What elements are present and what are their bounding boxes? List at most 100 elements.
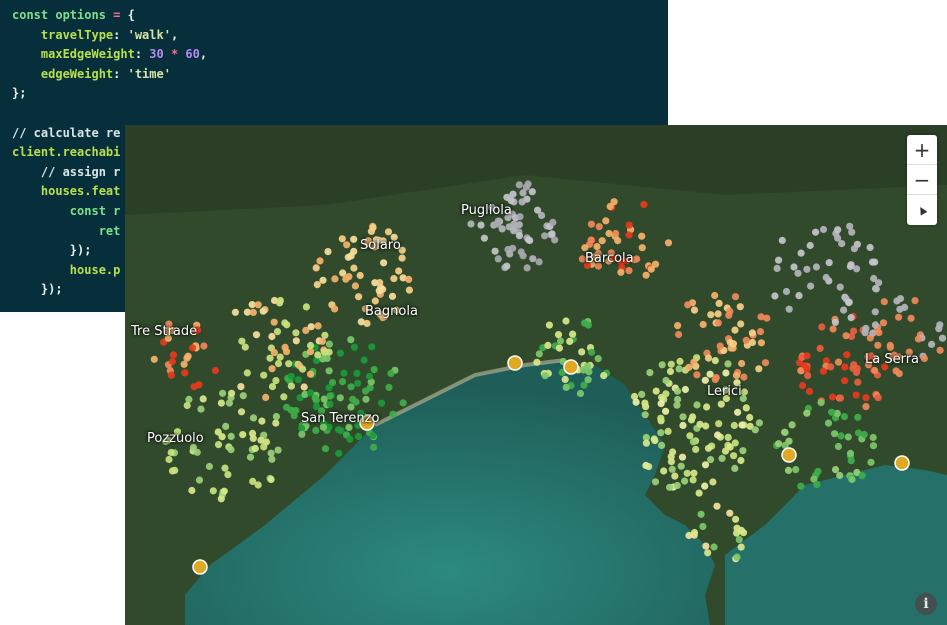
code-token: 'time' bbox=[127, 66, 171, 81]
house-dot bbox=[338, 235, 346, 243]
house-dot bbox=[831, 318, 840, 326]
house-dot bbox=[569, 330, 577, 338]
house-dot bbox=[660, 467, 668, 475]
code-token: : bbox=[113, 66, 128, 81]
house-dot bbox=[167, 371, 175, 379]
house-dot bbox=[679, 421, 687, 429]
house-dot bbox=[227, 446, 235, 454]
house-dot bbox=[848, 475, 856, 484]
house-dot bbox=[324, 248, 332, 256]
house-dot bbox=[755, 365, 763, 373]
house-dot bbox=[689, 413, 697, 421]
house-dot bbox=[674, 322, 682, 330]
zoom-out-button[interactable]: − bbox=[907, 165, 937, 195]
house-dot bbox=[270, 318, 278, 326]
house-dot bbox=[533, 358, 541, 366]
house-dot bbox=[914, 335, 923, 343]
house-dot bbox=[755, 419, 764, 427]
house-dot bbox=[165, 455, 173, 464]
house-dot bbox=[556, 337, 565, 345]
house-dot bbox=[600, 372, 608, 380]
house-dot bbox=[389, 410, 397, 418]
house-dot bbox=[612, 229, 620, 238]
house-dot bbox=[181, 369, 189, 377]
house-dot bbox=[268, 365, 276, 373]
house-dot bbox=[362, 395, 370, 403]
house-dot bbox=[817, 399, 825, 407]
house-dot bbox=[681, 385, 690, 394]
house-dot bbox=[938, 334, 947, 342]
house-dot bbox=[790, 263, 798, 271]
house-dot bbox=[871, 321, 880, 329]
house-dot bbox=[675, 365, 683, 373]
house-dot bbox=[730, 421, 738, 430]
house-dot bbox=[467, 220, 475, 228]
house-dot bbox=[669, 448, 677, 456]
stop-marker[interactable] bbox=[894, 455, 910, 471]
house-dot bbox=[335, 426, 343, 434]
house-dot bbox=[561, 375, 569, 383]
house-dot bbox=[771, 292, 779, 300]
house-dot bbox=[640, 200, 648, 209]
house-dot bbox=[368, 343, 376, 351]
stop-marker[interactable] bbox=[781, 447, 797, 463]
info-icon[interactable]: i bbox=[915, 593, 937, 615]
code-token: * bbox=[163, 47, 186, 62]
house-dot bbox=[678, 453, 687, 461]
house-dot bbox=[841, 377, 849, 385]
house-dot bbox=[188, 486, 196, 495]
map-view[interactable]: Pugliola Solaro Barcola Bagnola Tre Stra… bbox=[125, 125, 947, 625]
house-dot bbox=[480, 234, 488, 242]
code-token: // calculate re bbox=[12, 125, 121, 140]
house-dot bbox=[827, 363, 835, 371]
house-dot bbox=[721, 447, 730, 455]
house-dot bbox=[689, 476, 697, 484]
zoom-in-button[interactable]: + bbox=[907, 135, 937, 165]
house-dot bbox=[854, 378, 862, 386]
house-dot bbox=[842, 332, 850, 340]
house-dot bbox=[350, 235, 358, 243]
house-dot bbox=[642, 271, 650, 279]
house-dot bbox=[356, 271, 364, 280]
house-dot bbox=[869, 433, 877, 442]
house-dot bbox=[494, 255, 502, 263]
house-dot bbox=[936, 346, 944, 354]
house-dot bbox=[822, 273, 830, 282]
house-dot bbox=[365, 372, 374, 380]
house-dot bbox=[818, 323, 826, 331]
house-dot bbox=[911, 297, 919, 305]
stop-marker[interactable] bbox=[563, 359, 579, 375]
house-dot bbox=[667, 360, 675, 368]
house-dot bbox=[667, 458, 676, 466]
house-dot bbox=[534, 206, 542, 214]
house-dot bbox=[707, 311, 715, 319]
house-dot bbox=[625, 231, 633, 239]
house-dot bbox=[886, 343, 895, 351]
house-dot bbox=[209, 487, 217, 495]
house-dot bbox=[519, 189, 527, 197]
house-dot bbox=[803, 265, 811, 273]
stop-marker[interactable] bbox=[192, 559, 208, 575]
house-dot bbox=[715, 420, 723, 428]
house-dot bbox=[270, 349, 278, 357]
house-dot bbox=[711, 357, 719, 365]
house-dot bbox=[693, 401, 701, 409]
house-dot bbox=[706, 370, 714, 378]
house-dot bbox=[335, 449, 343, 457]
satellite-map[interactable] bbox=[125, 125, 947, 625]
code-token: 60 bbox=[185, 47, 200, 62]
place-label-barcola: Barcola bbox=[585, 251, 634, 266]
house-dot bbox=[580, 319, 589, 327]
code-token: = bbox=[113, 8, 128, 22]
house-dot bbox=[325, 340, 333, 348]
house-dot bbox=[494, 220, 502, 228]
stop-marker[interactable] bbox=[507, 355, 523, 371]
code-token: // assign r bbox=[12, 164, 121, 179]
house-dot bbox=[249, 477, 257, 485]
house-dot bbox=[395, 267, 403, 275]
house-dot bbox=[347, 252, 355, 260]
house-dot bbox=[778, 236, 786, 244]
house-dot bbox=[896, 305, 904, 313]
house-dot bbox=[871, 258, 879, 266]
house-dot bbox=[843, 351, 851, 359]
